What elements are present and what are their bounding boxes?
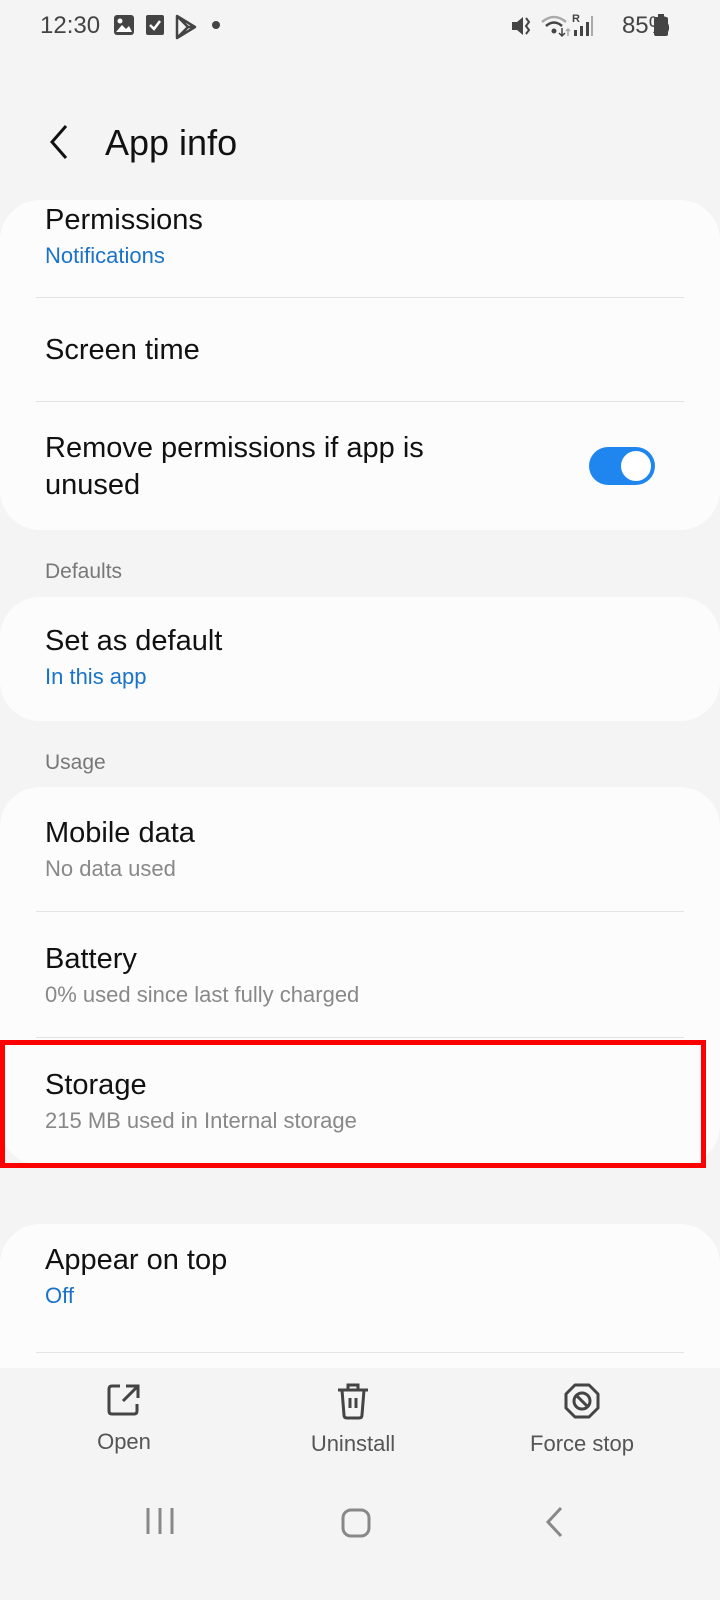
item-title: Permissions <box>45 204 203 236</box>
divider <box>36 297 684 298</box>
dot-icon <box>212 21 220 29</box>
defaults-card: Set as default In this app <box>0 597 720 721</box>
divider <box>36 1352 684 1353</box>
item-subtitle: 0% used since last fully charged <box>45 982 360 1007</box>
item-title: Set as default <box>45 625 223 657</box>
recent-apps-icon[interactable] <box>145 1505 175 1537</box>
page-title: App info <box>105 122 238 163</box>
bottom-action-bar: Open Uninstall Force stop <box>0 1368 720 1600</box>
mute-icon <box>512 17 531 35</box>
open-external-icon <box>107 1384 140 1416</box>
item-title: Remove permissions if app is unused <box>45 432 424 501</box>
app-bar: App info <box>0 110 720 180</box>
divider <box>36 1037 684 1038</box>
storage-highlight-box <box>0 1040 706 1168</box>
force-stop-button[interactable]: Force stop <box>492 1382 672 1457</box>
status-time: 12:30 <box>40 12 101 39</box>
remove-permissions-toggle[interactable] <box>589 447 655 485</box>
svg-text:R: R <box>572 13 580 25</box>
section-header-usage: Usage <box>45 751 106 774</box>
home-icon[interactable] <box>340 1507 372 1539</box>
action-label: Force stop <box>530 1431 634 1456</box>
appear-on-top-item[interactable]: Appear on top Off <box>0 1244 720 1309</box>
checkbox-icon <box>146 15 164 35</box>
wifi-icon <box>541 15 571 38</box>
divider <box>36 401 684 402</box>
permissions-item[interactable]: Permissions Notifications <box>0 204 720 269</box>
item-title: Mobile data <box>45 817 195 849</box>
back-nav-icon[interactable] <box>543 1505 567 1539</box>
uninstall-button[interactable]: Uninstall <box>263 1382 443 1457</box>
permissions-card: Permissions Notifications Screen time Re… <box>0 200 720 530</box>
item-subtitle: No data used <box>45 856 176 881</box>
item-subtitle: In this app <box>45 664 147 689</box>
action-label: Uninstall <box>310 1431 396 1456</box>
play-store-icon <box>175 14 197 40</box>
item-title: Battery <box>45 943 137 975</box>
item-subtitle: Notifications <box>45 243 165 268</box>
set-as-default-item[interactable]: Set as default In this app <box>0 625 720 690</box>
open-button[interactable]: Open <box>34 1382 214 1455</box>
item-title: Appear on top <box>45 1244 228 1276</box>
gallery-icon <box>114 15 134 35</box>
status-bar: 12:30 R 85% <box>0 0 720 56</box>
mobile-data-item[interactable]: Mobile data No data used <box>0 817 720 882</box>
section-header-defaults: Defaults <box>45 560 123 583</box>
back-arrow-icon[interactable] <box>44 120 74 164</box>
divider <box>36 911 684 912</box>
battery-icon <box>654 14 668 36</box>
screen-time-item[interactable]: Screen time <box>0 334 720 367</box>
action-label: Open <box>97 1429 151 1454</box>
force-stop-icon <box>564 1383 600 1419</box>
toggle-knob <box>619 449 653 483</box>
battery-item[interactable]: Battery 0% used since last fully charged <box>0 943 720 1008</box>
item-title: Screen time <box>45 334 200 366</box>
signal-roaming-icon: R <box>572 13 593 36</box>
item-subtitle: Off <box>45 1283 74 1308</box>
trash-icon <box>338 1383 368 1420</box>
